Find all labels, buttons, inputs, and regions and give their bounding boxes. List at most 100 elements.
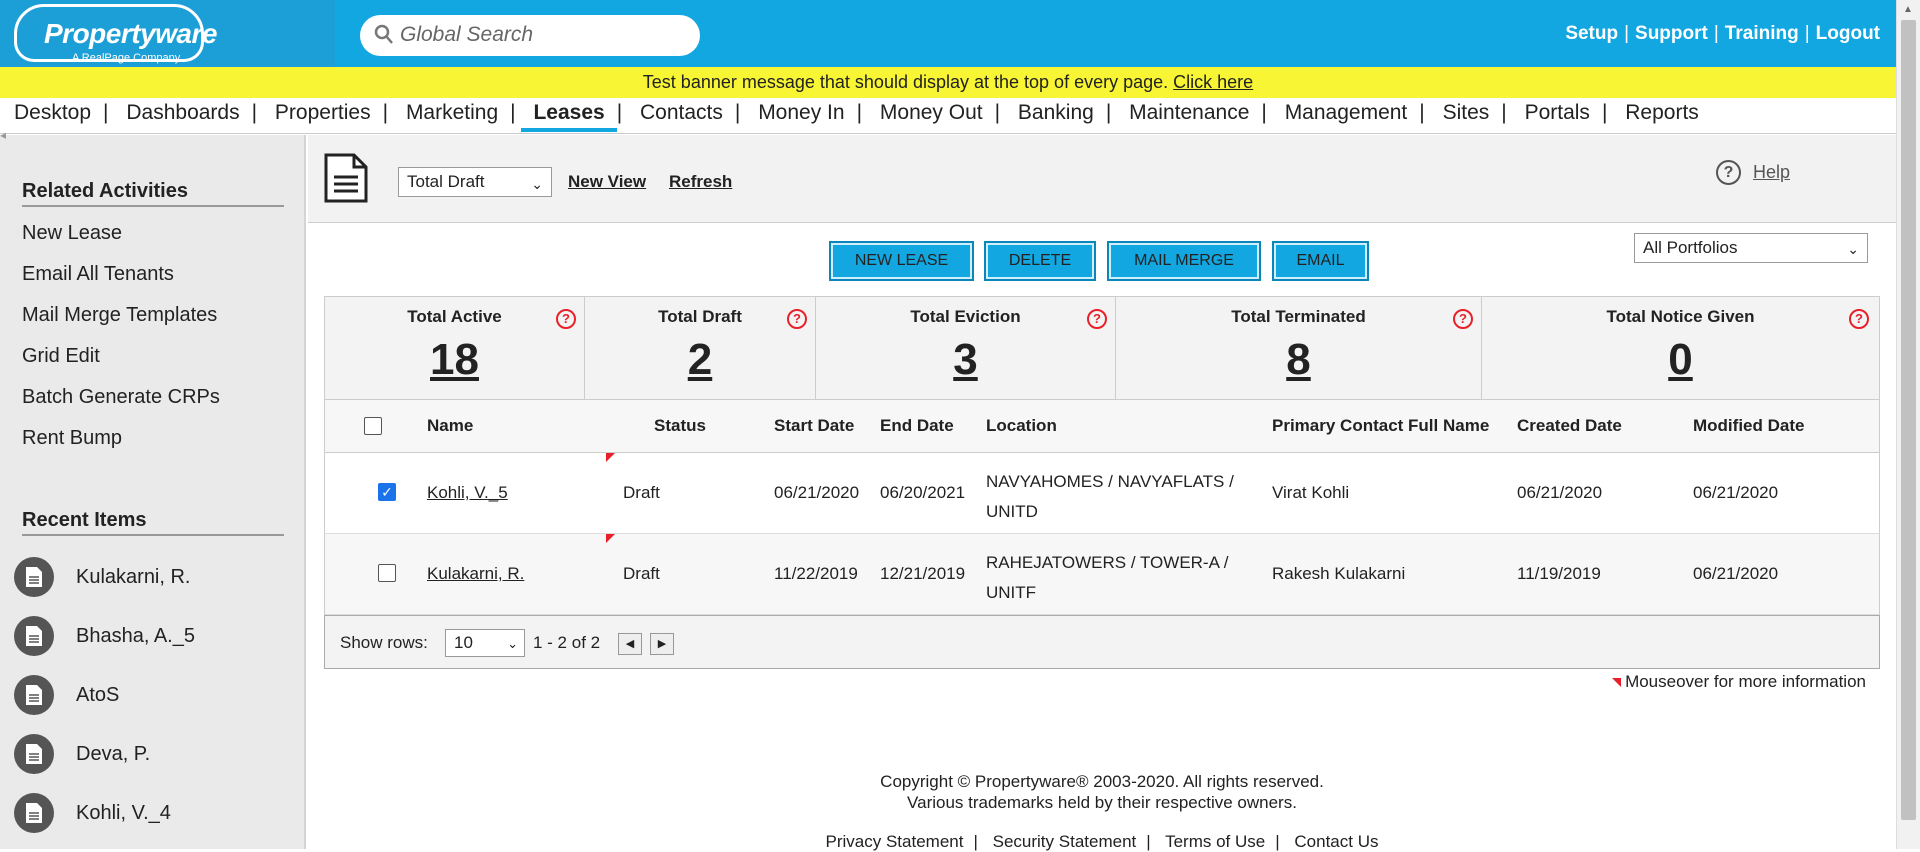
scrollbar-thumb[interactable] xyxy=(1901,20,1916,820)
recent-item[interactable]: Kohli, V._4 xyxy=(14,792,171,834)
main-content: Total Draft ⌄ New View Refresh ? Help NE… xyxy=(308,135,1896,851)
row-contact: Virat Kohli xyxy=(1272,483,1350,502)
nav-money-in[interactable]: Money In xyxy=(758,98,844,128)
column-header-created-date[interactable]: Created Date xyxy=(1517,416,1622,436)
rows-per-page-value: 10 xyxy=(454,633,473,652)
lease-name-link[interactable]: Kohli, V._5 xyxy=(427,483,508,503)
scroll-up-icon[interactable]: ▲ xyxy=(1903,4,1913,15)
nav-management[interactable]: Management xyxy=(1285,98,1408,128)
total-notice-given: Total Notice Given 0 ? xyxy=(1482,297,1879,401)
rows-per-page-select[interactable]: 10 ⌄ xyxy=(445,629,525,657)
row-status: Draft xyxy=(623,564,660,583)
sidebar-item-mail-merge-templates[interactable]: Mail Merge Templates xyxy=(22,304,217,327)
total-draft: Total Draft 2 ? xyxy=(585,297,816,401)
nav-marketing[interactable]: Marketing xyxy=(406,98,498,128)
leases-table: Name Status Start Date End Date Location… xyxy=(324,400,1880,669)
nav-leases[interactable]: Leases xyxy=(521,98,617,132)
help-label: Help xyxy=(1752,162,1790,182)
nav-dashboards[interactable]: Dashboards xyxy=(126,98,239,128)
view-select-value: Total Draft xyxy=(407,172,485,191)
help-icon[interactable]: ? xyxy=(787,309,807,329)
nav-desktop[interactable]: Desktop xyxy=(14,98,91,128)
table-row[interactable]: Kulakarni, R. Draft 11/22/2019 12/21/201… xyxy=(324,534,1880,615)
logo[interactable]: Propertyware A RealPage Company xyxy=(0,0,335,67)
banner-link[interactable]: Click here xyxy=(1173,72,1253,92)
top-links: Setup | Support | Training | Logout xyxy=(1565,23,1880,44)
total-value[interactable]: 0 xyxy=(1482,335,1879,385)
column-header-name[interactable]: Name xyxy=(427,416,473,436)
recent-item[interactable]: AtoS xyxy=(14,674,119,716)
document-icon xyxy=(14,616,54,656)
info-flag-icon[interactable] xyxy=(606,534,615,543)
column-header-end-date[interactable]: End Date xyxy=(880,416,954,436)
prev-page-button[interactable]: ◀ xyxy=(618,633,642,655)
view-bar: Total Draft ⌄ New View Refresh ? Help xyxy=(308,135,1896,223)
privacy-link[interactable]: Privacy Statement xyxy=(826,832,964,851)
search-input[interactable] xyxy=(400,21,680,49)
table-row[interactable]: ✓ Kohli, V._5 Draft 06/21/2020 06/20/202… xyxy=(324,453,1880,534)
sidebar-item-batch-generate-crps[interactable]: Batch Generate CRPs xyxy=(22,386,220,409)
select-all-checkbox[interactable] xyxy=(364,417,382,435)
help-icon[interactable]: ? xyxy=(1453,309,1473,329)
row-checkbox[interactable]: ✓ xyxy=(378,483,396,501)
nav-portals[interactable]: Portals xyxy=(1525,98,1590,128)
column-header-modified-date[interactable]: Modified Date xyxy=(1693,416,1804,436)
portfolio-select[interactable]: All Portfolios ⌄ xyxy=(1634,233,1868,263)
new-view-link[interactable]: New View xyxy=(568,172,646,192)
collapse-sidebar-icon[interactable]: ◂ xyxy=(0,128,8,144)
help-icon[interactable]: ? xyxy=(556,309,576,329)
nav-maintenance[interactable]: Maintenance xyxy=(1129,98,1249,128)
page-scrollbar[interactable]: ▲ xyxy=(1896,0,1920,849)
new-lease-button[interactable]: NEW LEASE xyxy=(829,241,974,281)
nav-contacts[interactable]: Contacts xyxy=(640,98,723,128)
brand-tagline: A RealPage Company xyxy=(72,52,181,64)
support-link[interactable]: Support xyxy=(1635,23,1708,44)
total-label: Total Terminated xyxy=(1231,307,1366,326)
help-link[interactable]: ? Help xyxy=(1715,160,1790,185)
related-activities-title: Related Activities xyxy=(22,180,284,207)
recent-items-title: Recent Items xyxy=(22,509,284,536)
sidebar-item-new-lease[interactable]: New Lease xyxy=(22,222,122,245)
recent-item-label: Bhasha, A._5 xyxy=(76,624,195,647)
sidebar: Related Activities New Lease Email All T… xyxy=(0,135,306,849)
nav-sites[interactable]: Sites xyxy=(1443,98,1490,128)
help-icon[interactable]: ? xyxy=(1849,309,1869,329)
nav-banking[interactable]: Banking xyxy=(1018,98,1094,128)
view-select[interactable]: Total Draft ⌄ xyxy=(398,167,552,197)
mail-merge-button[interactable]: MAIL MERGE xyxy=(1107,241,1261,281)
terms-link[interactable]: Terms of Use xyxy=(1165,832,1265,851)
logout-link[interactable]: Logout xyxy=(1816,23,1880,44)
total-value[interactable]: 3 xyxy=(816,335,1115,385)
total-value[interactable]: 8 xyxy=(1116,335,1481,385)
contact-link[interactable]: Contact Us xyxy=(1294,832,1378,851)
lease-name-link[interactable]: Kulakarni, R. xyxy=(427,564,524,584)
sidebar-item-rent-bump[interactable]: Rent Bump xyxy=(22,427,122,450)
info-flag-icon xyxy=(1612,678,1622,687)
recent-item[interactable]: Deva, P. xyxy=(14,733,150,775)
delete-button[interactable]: DELETE xyxy=(984,241,1096,281)
recent-item[interactable]: Kulakarni, R. xyxy=(14,556,191,598)
nav-properties[interactable]: Properties xyxy=(275,98,371,128)
email-button[interactable]: EMAIL xyxy=(1272,241,1369,281)
total-label: Total Draft xyxy=(658,307,742,326)
column-header-location[interactable]: Location xyxy=(986,416,1057,436)
security-link[interactable]: Security Statement xyxy=(993,832,1137,851)
refresh-link[interactable]: Refresh xyxy=(669,172,732,192)
info-flag-icon[interactable] xyxy=(606,453,615,462)
column-header-primary-contact[interactable]: Primary Contact Full Name xyxy=(1272,416,1489,436)
help-icon[interactable]: ? xyxy=(1087,309,1107,329)
setup-link[interactable]: Setup xyxy=(1565,23,1618,44)
column-header-status[interactable]: Status xyxy=(654,416,706,436)
next-page-button[interactable]: ▶ xyxy=(650,633,674,655)
nav-reports[interactable]: Reports xyxy=(1625,98,1699,128)
column-header-start-date[interactable]: Start Date xyxy=(774,416,854,436)
sidebar-item-email-all-tenants[interactable]: Email All Tenants xyxy=(22,263,174,286)
total-value[interactable]: 2 xyxy=(585,335,815,385)
document-icon xyxy=(324,153,368,203)
recent-item[interactable]: Bhasha, A._5 xyxy=(14,615,195,657)
total-value[interactable]: 18 xyxy=(325,335,584,385)
row-checkbox[interactable] xyxy=(378,564,396,582)
training-link[interactable]: Training xyxy=(1725,23,1799,44)
nav-money-out[interactable]: Money Out xyxy=(880,98,983,128)
sidebar-item-grid-edit[interactable]: Grid Edit xyxy=(22,345,100,368)
